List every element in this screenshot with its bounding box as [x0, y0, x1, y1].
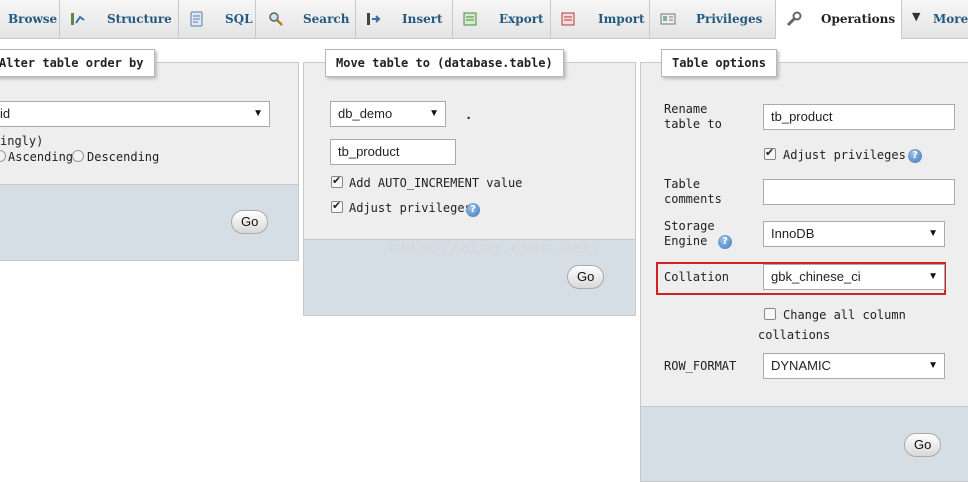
order-hint: ingly): [0, 134, 44, 148]
sql-icon: [190, 11, 203, 27]
rename-table-label-text: Rename table to: [664, 102, 722, 131]
table-comments-label-text: Table comments: [664, 177, 722, 206]
dropdown-arrow-icon: ▼: [928, 360, 938, 371]
change-all-collations-label-line2: collations: [758, 328, 831, 342]
select-value: gbk_chinese_ci: [771, 269, 861, 284]
table-comments-label: Table comments: [664, 177, 734, 207]
help-icon[interactable]: ?: [466, 203, 480, 217]
tab-bar: Browse Structure SQL Search Insert Expor…: [0, 0, 968, 39]
collation-label: Collation: [664, 270, 730, 284]
tab-label: More: [933, 12, 968, 26]
tab-sql[interactable]: SQL: [179, 0, 256, 38]
options-adjust-privileges-label: Adjust privileges: [783, 148, 906, 162]
watermark: http://blog.csdn.net/: [389, 238, 602, 257]
dropdown-arrow-icon: ▼: [253, 108, 263, 119]
help-icon[interactable]: ?: [908, 149, 922, 163]
options-adjust-privileges-checkbox[interactable]: [764, 146, 776, 160]
descending-label: Descending: [87, 150, 160, 164]
tab-operations[interactable]: Operations: [776, 0, 902, 39]
dropdown-arrow-icon: ▼: [928, 228, 938, 239]
move-table-go-button[interactable]: Go: [567, 265, 605, 289]
move-table-legend: Move table to (database.table): [325, 49, 564, 77]
dropdown-arrow-icon: ▼: [429, 108, 439, 119]
tab-label: Search: [303, 12, 350, 26]
tab-insert[interactable]: Insert: [356, 0, 453, 38]
dropdown-arrow-icon: ▼: [928, 271, 938, 282]
auto-increment-label: Add AUTO_INCREMENT value: [349, 176, 523, 190]
import-icon: [561, 12, 575, 26]
select-value: InnoDB: [771, 226, 815, 241]
select-value: id: [0, 106, 11, 121]
ascending-label: Ascending: [8, 150, 74, 164]
change-all-collations-label-line1: Change all column: [783, 308, 906, 322]
collation-select[interactable]: gbk_chinese_ci ▼: [763, 264, 945, 290]
tab-export[interactable]: Export: [453, 0, 551, 38]
select-value: db_demo: [338, 106, 393, 121]
target-table-input[interactable]: tb_product: [330, 139, 456, 165]
row-format-select[interactable]: DYNAMIC ▼: [763, 353, 945, 379]
tab-more[interactable]: ▼ More: [902, 0, 968, 38]
auto-increment-checkbox[interactable]: [331, 174, 343, 188]
caret-down-icon: ▼: [912, 10, 921, 23]
wrench-icon: [786, 11, 802, 27]
change-all-collations-checkbox[interactable]: [764, 308, 776, 320]
rename-table-label: Rename table to: [664, 102, 750, 132]
input-value: tb_product: [338, 144, 400, 159]
tab-label: Insert: [402, 12, 443, 26]
tab-label: Operations: [821, 12, 896, 26]
tab-label: Browse: [8, 12, 58, 26]
table-options-go-button[interactable]: Go: [904, 433, 942, 457]
descending-radio[interactable]: [72, 150, 84, 162]
input-value: tb_product: [771, 109, 833, 124]
structure-icon: [71, 13, 85, 25]
search-icon: [269, 12, 283, 26]
order-column-select[interactable]: id ▼: [0, 101, 270, 127]
tab-import[interactable]: Import: [551, 0, 650, 38]
tab-label: Structure: [107, 12, 172, 26]
select-value: DYNAMIC: [771, 358, 831, 373]
rename-table-input[interactable]: tb_product: [763, 104, 955, 130]
storage-engine-label: Storage Engine: [664, 219, 726, 249]
alter-order-go-button[interactable]: Go: [231, 210, 269, 234]
storage-engine-label-text: Storage Engine: [664, 219, 715, 248]
storage-engine-select[interactable]: InnoDB ▼: [763, 221, 945, 247]
tab-label: Export: [499, 12, 544, 26]
export-icon: [463, 12, 477, 26]
table-comments-input[interactable]: [763, 179, 955, 205]
tab-structure[interactable]: Structure: [60, 0, 179, 38]
privileges-icon: [660, 13, 676, 25]
help-icon[interactable]: ?: [718, 235, 732, 249]
tab-label: Import: [598, 12, 645, 26]
tab-search[interactable]: Search: [256, 0, 356, 38]
tab-privileges[interactable]: Privileges: [650, 0, 776, 38]
database-table-separator: .: [465, 108, 473, 122]
alter-order-legend: Alter table order by: [0, 49, 155, 77]
tab-browse[interactable]: Browse: [0, 0, 60, 38]
move-adjust-privileges-label: Adjust privileges: [349, 201, 472, 215]
row-format-label: ROW_FORMAT: [664, 359, 737, 373]
tab-label: Privileges: [696, 12, 763, 26]
table-options-legend: Table options: [661, 49, 777, 77]
insert-icon: [367, 13, 381, 25]
tab-label: SQL: [225, 12, 253, 26]
move-adjust-privileges-checkbox[interactable]: [331, 199, 343, 213]
target-database-select[interactable]: db_demo ▼: [330, 101, 446, 127]
